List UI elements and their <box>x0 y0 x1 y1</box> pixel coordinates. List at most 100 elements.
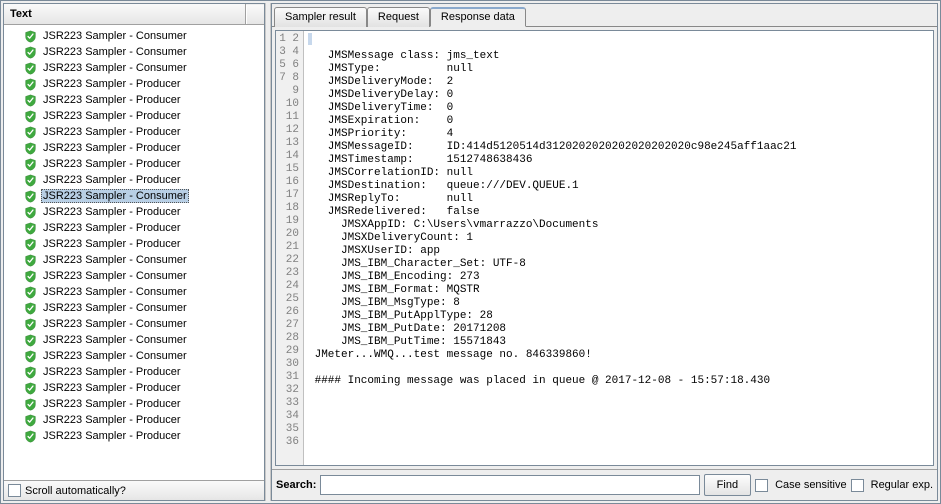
tree-item-label: JSR223 Sampler - Producer <box>41 430 183 442</box>
main-container: Text JSR223 Sampler - ConsumerJSR223 Sam… <box>1 1 940 503</box>
success-shield-icon <box>24 110 37 123</box>
success-shield-icon <box>24 334 37 347</box>
tree-item[interactable]: JSR223 Sampler - Producer <box>4 412 264 428</box>
tree-item[interactable]: JSR223 Sampler - Consumer <box>4 44 264 60</box>
tree-item[interactable]: JSR223 Sampler - Consumer <box>4 332 264 348</box>
tree-item[interactable]: JSR223 Sampler - Consumer <box>4 28 264 44</box>
tree-item-label: JSR223 Sampler - Consumer <box>41 46 189 58</box>
tree-item[interactable]: JSR223 Sampler - Producer <box>4 204 264 220</box>
tree-item[interactable]: JSR223 Sampler - Producer <box>4 396 264 412</box>
success-shield-icon <box>24 158 37 171</box>
response-text-area[interactable]: JMSMessage class: jms_text JMSType: null… <box>304 31 933 465</box>
success-shield-icon <box>24 190 37 203</box>
success-shield-icon <box>24 126 37 139</box>
success-shield-icon <box>24 430 37 443</box>
success-shield-icon <box>24 62 37 75</box>
tree-item[interactable]: JSR223 Sampler - Producer <box>4 124 264 140</box>
success-shield-icon <box>24 382 37 395</box>
success-shield-icon <box>24 94 37 107</box>
case-sensitive-checkbox[interactable] <box>755 479 768 492</box>
tree-item[interactable]: JSR223 Sampler - Consumer <box>4 348 264 364</box>
tree-item[interactable]: JSR223 Sampler - Consumer <box>4 188 264 204</box>
response-editor: 1 2 3 4 5 6 7 8 9 10 11 12 13 14 15 16 1… <box>275 30 934 466</box>
tree-item-label: JSR223 Sampler - Consumer <box>41 62 189 74</box>
tree-item-label: JSR223 Sampler - Producer <box>41 206 183 218</box>
tree-item[interactable]: JSR223 Sampler - Producer <box>4 380 264 396</box>
results-tree-dropdown-button[interactable] <box>246 5 264 24</box>
tree-item-label: JSR223 Sampler - Producer <box>41 94 183 106</box>
tree-item-label: JSR223 Sampler - Producer <box>41 158 183 170</box>
success-shield-icon <box>24 270 37 283</box>
tree-item[interactable]: JSR223 Sampler - Producer <box>4 172 264 188</box>
success-shield-icon <box>24 350 37 363</box>
tab-sampler-result[interactable]: Sampler result <box>274 7 367 27</box>
search-bar: Search: Find Case sensitive Regular exp. <box>272 469 937 500</box>
search-input[interactable] <box>320 475 699 495</box>
tree-item[interactable]: JSR223 Sampler - Consumer <box>4 284 264 300</box>
details-panel: Sampler resultRequestResponse data 1 2 3… <box>271 3 938 501</box>
tree-item-label: JSR223 Sampler - Producer <box>41 238 183 250</box>
success-shield-icon <box>24 286 37 299</box>
success-shield-icon <box>24 46 37 59</box>
tree-item-label: JSR223 Sampler - Producer <box>41 366 183 378</box>
success-shield-icon <box>24 174 37 187</box>
success-shield-icon <box>24 318 37 331</box>
results-tree-footer: Scroll automatically? <box>4 480 264 500</box>
find-button[interactable]: Find <box>704 474 751 496</box>
tree-item-label: JSR223 Sampler - Consumer <box>41 189 189 203</box>
tree-item-label: JSR223 Sampler - Producer <box>41 126 183 138</box>
success-shield-icon <box>24 254 37 267</box>
tree-item[interactable]: JSR223 Sampler - Consumer <box>4 300 264 316</box>
tree-item[interactable]: JSR223 Sampler - Producer <box>4 156 264 172</box>
tree-item-label: JSR223 Sampler - Producer <box>41 398 183 410</box>
tree-item-label: JSR223 Sampler - Producer <box>41 382 183 394</box>
tab-request[interactable]: Request <box>367 7 430 27</box>
results-tree-header-label: Text <box>4 4 246 24</box>
tree-item-label: JSR223 Sampler - Consumer <box>41 270 189 282</box>
success-shield-icon <box>24 238 37 251</box>
case-sensitive-label: Case sensitive <box>775 479 847 491</box>
tree-item[interactable]: JSR223 Sampler - Consumer <box>4 316 264 332</box>
tree-item[interactable]: JSR223 Sampler - Consumer <box>4 268 264 284</box>
results-tree-body[interactable]: JSR223 Sampler - Consumer JSR223 Sampler … <box>4 25 264 480</box>
tree-item[interactable]: JSR223 Sampler - Producer <box>4 76 264 92</box>
tree-item-label: JSR223 Sampler - Producer <box>41 110 183 122</box>
tree-item-label: JSR223 Sampler - Consumer <box>41 30 189 42</box>
tree-item-label: JSR223 Sampler - Consumer <box>41 302 189 314</box>
tree-item-label: JSR223 Sampler - Producer <box>41 142 183 154</box>
tree-item[interactable]: JSR223 Sampler - Producer <box>4 236 264 252</box>
regex-checkbox[interactable] <box>851 479 864 492</box>
success-shield-icon <box>24 78 37 91</box>
tree-item[interactable]: JSR223 Sampler - Consumer <box>4 60 264 76</box>
tab-response-data[interactable]: Response data <box>430 7 526 27</box>
success-shield-icon <box>24 222 37 235</box>
tree-item-label: JSR223 Sampler - Producer <box>41 222 183 234</box>
scroll-auto-label: Scroll automatically? <box>25 485 126 497</box>
tree-item[interactable]: JSR223 Sampler - Producer <box>4 140 264 156</box>
tree-item-label: JSR223 Sampler - Producer <box>41 78 183 90</box>
regex-label: Regular exp. <box>871 479 933 491</box>
results-tree-header: Text <box>4 4 264 25</box>
tree-item[interactable]: JSR223 Sampler - Producer <box>4 92 264 108</box>
tree-item[interactable]: JSR223 Sampler - Consumer <box>4 252 264 268</box>
scroll-auto-checkbox[interactable] <box>8 484 21 497</box>
success-shield-icon <box>24 30 37 43</box>
tree-item-label: JSR223 Sampler - Consumer <box>41 334 189 346</box>
tree-item[interactable]: JSR223 Sampler - Producer <box>4 220 264 236</box>
results-tree-panel: Text JSR223 Sampler - ConsumerJSR223 Sam… <box>3 3 265 501</box>
success-shield-icon <box>24 414 37 427</box>
tabs-row: Sampler resultRequestResponse data <box>272 4 937 27</box>
tree-item[interactable]: JSR223 Sampler - Producer <box>4 108 264 124</box>
editor-gutter: 1 2 3 4 5 6 7 8 9 10 11 12 13 14 15 16 1… <box>276 31 304 465</box>
success-shield-icon <box>24 142 37 155</box>
success-shield-icon <box>24 366 37 379</box>
tree-item-label: JSR223 Sampler - Consumer <box>41 254 189 266</box>
tree-item[interactable]: JSR223 Sampler - Producer <box>4 364 264 380</box>
tree-item-label: JSR223 Sampler - Producer <box>41 174 183 186</box>
tree-item[interactable]: JSR223 Sampler - Producer <box>4 428 264 444</box>
tree-item-label: JSR223 Sampler - Consumer <box>41 318 189 330</box>
tree-item-label: JSR223 Sampler - Producer <box>41 414 183 426</box>
success-shield-icon <box>24 302 37 315</box>
success-shield-icon <box>24 206 37 219</box>
success-shield-icon <box>24 398 37 411</box>
